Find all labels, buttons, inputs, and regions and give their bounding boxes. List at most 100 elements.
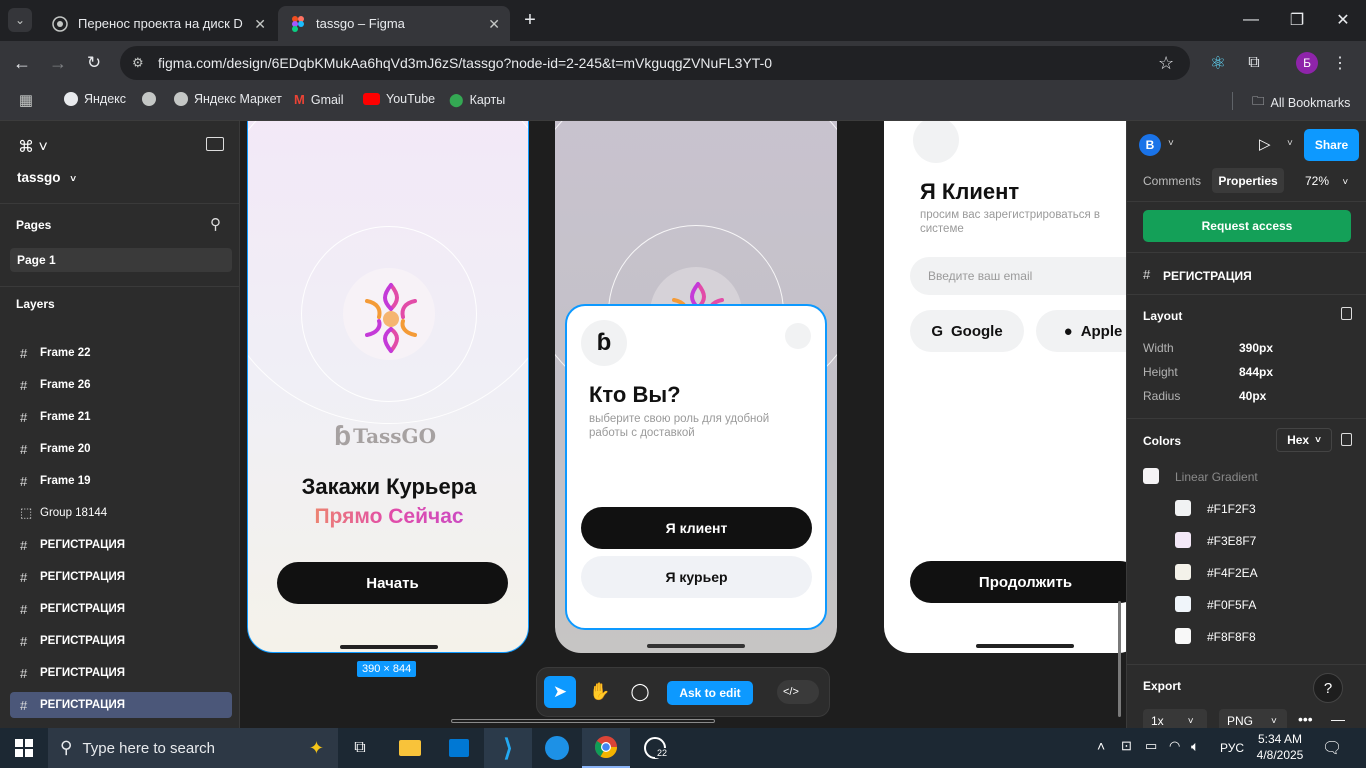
forward-icon[interactable]: → (46, 51, 70, 75)
hand-tool-icon[interactable]: ✋ (584, 676, 616, 708)
close-tab-icon[interactable]: ✕ (488, 16, 500, 33)
move-tool-icon[interactable]: ➤ (544, 676, 576, 708)
search-icon[interactable]: ⚲ (210, 215, 221, 233)
store-icon[interactable] (435, 728, 483, 768)
courier-button[interactable]: Я курьер (581, 556, 812, 598)
layer-item[interactable]: # Frame 26 (0, 372, 240, 398)
bookmark-star-icon[interactable]: ☆ (1158, 53, 1174, 74)
apple-button[interactable]: ● Apple (1036, 310, 1126, 352)
file-explorer-icon[interactable] (386, 728, 434, 768)
layer-item[interactable]: # РЕГИСТРАЦИЯ (0, 628, 240, 654)
taskbar-search[interactable]: ⚲ Type here to search ✦ (48, 728, 338, 768)
user-avatar[interactable]: B (1139, 134, 1161, 156)
present-play-icon[interactable]: ▷ (1259, 135, 1271, 153)
tab-active[interactable]: tassgo – Figma ✕ (278, 6, 510, 41)
file-name[interactable]: tassgo ˅ (17, 170, 76, 185)
layer-item[interactable]: # Frame 20 (0, 436, 240, 462)
layer-item[interactable]: # РЕГИСТРАЦИЯ (0, 660, 240, 686)
apps-grid-icon[interactable]: ▦ (16, 90, 36, 110)
task-view-icon[interactable]: ⧉ (336, 728, 384, 768)
chrome-icon[interactable] (582, 728, 630, 768)
notifications-icon[interactable]: 🗨︎ (1322, 738, 1342, 758)
client-button[interactable]: Я клиент (581, 507, 812, 549)
layer-item[interactable]: # РЕГИСТРАЦИЯ (10, 692, 232, 718)
layer-item[interactable]: # Frame 21 (0, 404, 240, 430)
request-access-button[interactable]: Request access (1143, 210, 1351, 242)
google-button[interactable]: G Google (910, 310, 1024, 352)
chevron-down-icon[interactable]: ˅ (1287, 138, 1293, 149)
tray-app-icon[interactable]: ⊡ (1121, 738, 1132, 754)
color-format-dropdown[interactable]: Hex ˅ (1276, 428, 1332, 452)
color-swatch[interactable] (1175, 500, 1191, 516)
docker-icon[interactable] (533, 728, 581, 768)
bookmark-gmail[interactable]: M Gmail (294, 92, 344, 107)
frame-splash[interactable]: ɓ TassGO Закажи Курьера Прямо Сейчас Нач… (247, 121, 529, 653)
close-tab-icon[interactable]: ✕ (254, 16, 266, 33)
design-canvas[interactable]: ɓ TassGO Закажи Курьера Прямо Сейчас Нач… (240, 121, 1126, 728)
bookmark-globe[interactable] (142, 92, 156, 106)
ask-to-edit-button[interactable]: Ask to edit (667, 681, 753, 705)
layer-item[interactable]: # Frame 19 (0, 468, 240, 494)
layer-item[interactable]: # Frame 22 (0, 340, 240, 366)
tab-comments[interactable]: Comments (1143, 174, 1201, 188)
layer-item[interactable]: ⬚ Group 18144 (0, 500, 240, 526)
help-button[interactable]: ? (1313, 673, 1343, 703)
color-swatch[interactable] (1175, 564, 1191, 580)
layer-item[interactable]: # РЕГИСТРАЦИЯ (0, 564, 240, 590)
new-tab-icon[interactable]: + (518, 8, 542, 32)
more-options-icon[interactable]: ••• (1298, 711, 1313, 727)
email-field[interactable]: Введите ваш email (910, 257, 1126, 295)
color-swatch[interactable] (1175, 628, 1191, 644)
battery-icon[interactable]: ▭ (1145, 738, 1157, 754)
volume-icon[interactable]: 🔈︎ (1191, 738, 1199, 755)
whatsapp-icon[interactable]: 22 (631, 728, 679, 768)
frame-client-register[interactable]: Я Клиент просим вас зарегистрироваться в… (884, 121, 1126, 653)
close-window-icon[interactable]: ✕ (1328, 8, 1358, 32)
windows-start-icon[interactable] (0, 728, 48, 768)
card-close-circle[interactable] (785, 323, 811, 349)
dev-mode-toggle[interactable]: </> (777, 680, 819, 704)
reload-icon[interactable]: ↻ (82, 51, 106, 75)
bookmark-yandex-market[interactable]: Яндекс Маркет (174, 92, 282, 106)
minimize-icon[interactable]: — (1236, 8, 1266, 32)
tab-search-icon[interactable]: ⌄ (8, 8, 32, 32)
wifi-icon[interactable]: ◠ (1169, 738, 1180, 754)
figma-menu-icon[interactable]: ⌘ ˅ (18, 137, 48, 157)
chevron-down-icon[interactable]: ˅ (1168, 138, 1174, 149)
start-button[interactable]: Начать (277, 562, 508, 604)
copy-icon[interactable] (1341, 433, 1352, 446)
bookmark-youtube[interactable]: YouTube (363, 92, 435, 106)
vscode-icon[interactable]: ⟩ (484, 728, 532, 768)
canvas-scrollbar-v[interactable] (1118, 601, 1121, 717)
continue-button[interactable]: Продолжить (910, 561, 1126, 603)
layer-item[interactable]: # РЕГИСТРАЦИЯ (0, 596, 240, 622)
share-button[interactable]: Share (1304, 129, 1359, 161)
copy-icon[interactable] (1341, 307, 1352, 320)
bookmark-maps[interactable]: ⬤ Карты (449, 92, 505, 108)
restore-icon[interactable]: ❐ (1282, 8, 1312, 32)
color-swatch[interactable] (1175, 596, 1191, 612)
role-card[interactable]: ɓ Кто Вы? выберите свою роль для удобной… (565, 304, 827, 630)
chrome-menu-icon[interactable]: ⋮ (1330, 51, 1350, 75)
clock[interactable]: 5:34 AM 4/8/2025 (1254, 731, 1306, 763)
address-bar[interactable]: ⚙ figma.com/design/6EDqbKMukAa6hqVd3mJ6z… (120, 46, 1190, 80)
site-info-icon[interactable]: ⚙ (132, 55, 144, 71)
remove-export-icon[interactable]: — (1331, 711, 1345, 727)
tray-chevron-icon[interactable]: ˄ (1097, 738, 1105, 754)
toggle-sidebar-icon[interactable] (206, 137, 224, 151)
gradient-swatch[interactable] (1143, 468, 1159, 484)
bookmark-yandex[interactable]: Яндекс (64, 92, 126, 106)
color-swatch[interactable] (1175, 532, 1191, 548)
back-icon[interactable]: ← (10, 51, 34, 75)
layer-item[interactable]: # РЕГИСТРАЦИЯ (0, 532, 240, 558)
all-bookmarks[interactable]: 🗀 All Bookmarks (1252, 92, 1350, 113)
tab-properties[interactable]: Properties (1212, 168, 1284, 193)
canvas-scrollbar-h[interactable] (451, 719, 715, 723)
profile-avatar[interactable]: Б (1296, 52, 1318, 74)
react-devtools-icon[interactable]: ⚛ (1206, 51, 1230, 75)
tab-inactive[interactable]: Перенос проекта на диск D ✕ (40, 6, 276, 41)
language-indicator[interactable]: РУС (1220, 741, 1244, 755)
comment-tool-icon[interactable]: ◯ (624, 676, 656, 708)
extensions-icon[interactable]: ⧉ (1242, 51, 1266, 75)
zoom-dropdown[interactable]: 72% ˅ (1305, 174, 1348, 188)
